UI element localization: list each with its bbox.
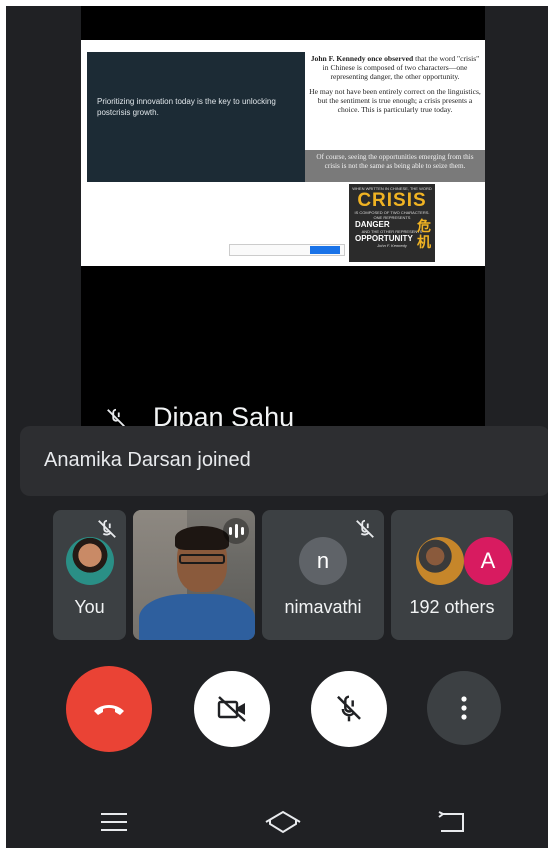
system-navigation-bar: [6, 796, 548, 848]
mic-off-icon: [107, 408, 125, 426]
slide-quote: John F. Kennedy once observed that the w…: [309, 54, 481, 120]
book-cover-image: WHEN WRITTEN IN CHINESE, THE WORD CRISIS…: [349, 184, 435, 262]
mic-off-icon: [98, 519, 116, 538]
video-person-shirt: [139, 594, 255, 640]
book-kanji: 危 机: [417, 218, 431, 250]
camera-off-icon: [217, 696, 246, 722]
avatar: [416, 537, 464, 585]
avatar: A: [464, 537, 512, 585]
slide-grey-box: Of course, seeing the opportunities emer…: [305, 150, 485, 182]
join-notification: Anamika Darsan joined: [20, 426, 548, 496]
avatar: n: [299, 537, 347, 585]
slide-toolbar-button: [310, 246, 340, 254]
more-options-button[interactable]: [427, 671, 501, 745]
quote-bold: John F. Kennedy once observed: [310, 54, 414, 63]
speaking-indicator-icon: [223, 518, 249, 544]
nav-menu-button[interactable]: [84, 796, 144, 848]
participant-tile-you[interactable]: You: [53, 510, 126, 640]
book-title: CRISIS: [357, 190, 427, 211]
mic-off-icon: [337, 695, 361, 722]
slide-panel-text: Prioritizing innovation today is the key…: [97, 97, 276, 117]
meeting-screen: Prioritizing innovation today is the key…: [6, 6, 548, 848]
participant-tile-nimavathi[interactable]: n nimavathi: [262, 510, 384, 640]
home-icon: [265, 810, 301, 834]
join-notification-text: Anamika Darsan joined: [44, 449, 251, 471]
participant-name: nimavathi: [284, 597, 362, 617]
presenter-label: Dipan Sahu: [105, 402, 294, 426]
slide-dark-panel: Prioritizing innovation today is the key…: [87, 52, 305, 182]
avatar: [65, 537, 114, 585]
participant-name: You: [74, 597, 105, 617]
nav-home-button[interactable]: [253, 796, 313, 848]
video-person-glasses: [179, 554, 225, 564]
slide-toolbar: [229, 244, 345, 256]
back-icon: [438, 811, 464, 832]
nav-back-button[interactable]: [421, 796, 481, 848]
mic-off-icon: [356, 519, 374, 538]
toggle-mic-button[interactable]: [311, 671, 387, 747]
phone-hangup-icon: [94, 705, 124, 715]
presenter-name: Dipan Sahu: [153, 402, 295, 426]
participant-name: 192 others: [409, 597, 495, 617]
more-vert-icon: [461, 696, 467, 720]
presentation-slide: Prioritizing innovation today is the key…: [81, 40, 485, 266]
video-person-hair: [175, 526, 229, 550]
participant-tile-others[interactable]: A 192 others: [391, 510, 513, 640]
menu-icon: [101, 813, 127, 831]
slide-paragraph: He may not have been entirely correct on…: [309, 87, 481, 114]
end-call-button[interactable]: [66, 666, 152, 752]
participant-tile-video[interactable]: [133, 510, 255, 640]
presentation-view[interactable]: Prioritizing innovation today is the key…: [81, 6, 485, 426]
toggle-camera-button[interactable]: [194, 671, 270, 747]
